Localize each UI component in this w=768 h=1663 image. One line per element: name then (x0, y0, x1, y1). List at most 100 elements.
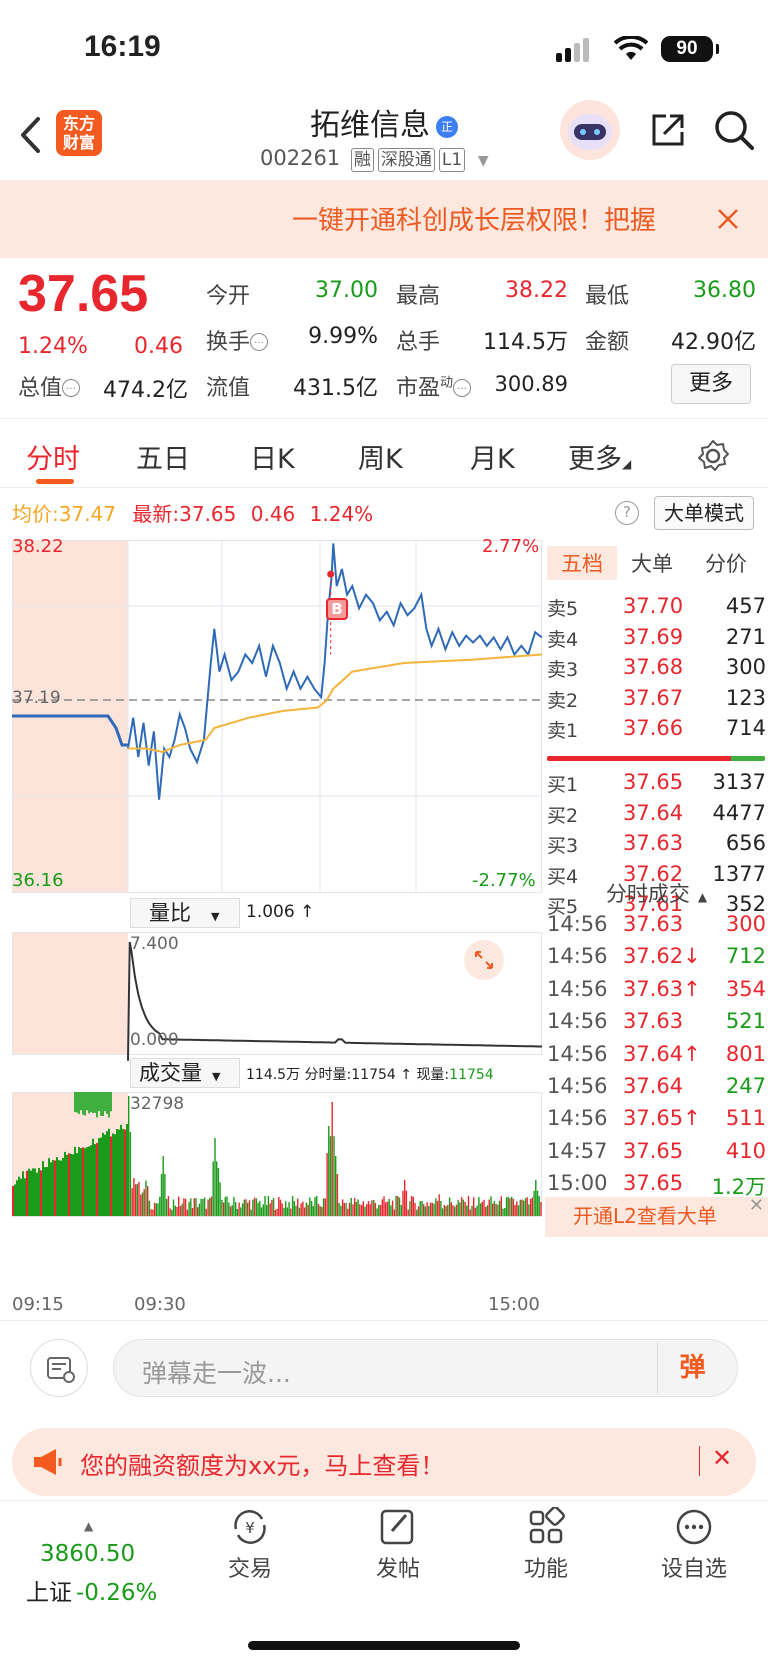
pe-label[interactable]: 市盈动… (396, 370, 472, 402)
close-icon[interactable]: ✕ (749, 1187, 764, 1225)
robot-assistant-icon[interactable] (560, 100, 620, 160)
help-icon[interactable]: ? (615, 501, 639, 525)
nav-watchlist[interactable]: 设自选 (634, 1507, 754, 1583)
chart-canvas[interactable] (12, 540, 542, 1318)
ask-row[interactable]: 卖1 37.66 714 (545, 714, 768, 746)
trade-row[interactable]: 14:56 37.64 247 (545, 1072, 768, 1104)
volume-bar (303, 1207, 306, 1216)
quote-panel: 37.65 1.24% 0.46 今开 37.00 最高 38.22 最低 36… (0, 258, 768, 418)
volume-bar (74, 1092, 76, 1112)
volume-bar (94, 1144, 96, 1216)
volume-bar (229, 1206, 232, 1216)
promo-banner[interactable]: 一键开通科创成长层权限！把握 (0, 180, 768, 258)
volume-bar (276, 1208, 278, 1216)
turnover-label[interactable]: 换手… (206, 324, 269, 356)
trade-row[interactable]: 14:56 37.64↑ 801 (545, 1040, 768, 1072)
volume-bar (373, 1199, 375, 1216)
tab-five-day[interactable]: 五日 (136, 437, 190, 476)
y-top-label: 38.22 (12, 536, 64, 557)
close-icon[interactable] (716, 207, 740, 231)
more-button[interactable]: 更多 (671, 364, 751, 404)
mcap-label[interactable]: 总值… (18, 370, 81, 402)
settings-icon[interactable] (696, 439, 730, 473)
tab-price-dist[interactable]: 分价 (705, 548, 747, 578)
volume-selector[interactable]: 成交量 ▼ (130, 1058, 240, 1088)
buy-marker[interactable]: B (326, 598, 348, 620)
stock-name: 拓维信息 (310, 108, 430, 143)
volume-bar (98, 1138, 100, 1216)
tab-monthly-k[interactable]: 月K (470, 437, 515, 476)
volume-bar (474, 1207, 477, 1216)
volume-bar (426, 1202, 428, 1216)
last-label: 最新: (132, 502, 180, 526)
bid-ask-ratio-bar (547, 756, 765, 761)
search-icon[interactable] (712, 108, 756, 152)
volume-bar (86, 1147, 88, 1216)
bid-row[interactable]: 买1 37.65 3137 (545, 768, 768, 800)
trade-row[interactable]: 14:56 37.63↑ 354 (545, 975, 768, 1007)
open-value: 37.00 (315, 278, 378, 303)
big-order-mode-button[interactable]: 大单模式 (654, 496, 754, 530)
volume-bar (226, 1196, 228, 1216)
volume-bar (148, 1200, 151, 1216)
volume-bar (197, 1207, 199, 1216)
volume-bar (504, 1208, 506, 1216)
ratio-selector[interactable]: 量比 ▼ (130, 898, 240, 928)
pct-value: 1.24% (309, 502, 374, 526)
share-icon[interactable] (648, 110, 688, 150)
tab-five-levels[interactable]: 五档 (547, 546, 617, 580)
volume-bar (404, 1180, 406, 1216)
ask-row[interactable]: 卖4 37.69 271 (545, 623, 768, 655)
l2-upgrade-banner[interactable]: 开通L2查看大单 ✕ (545, 1195, 768, 1237)
tab-daily-k[interactable]: 日K (250, 437, 295, 476)
info-icon: … (453, 379, 472, 397)
nav-functions[interactable]: 功能 (486, 1507, 606, 1583)
trade-row[interactable]: 14:56 37.62↓ 712 (545, 942, 768, 974)
ask-row[interactable]: 卖2 37.67 123 (545, 684, 768, 716)
volume-bar (143, 1189, 145, 1216)
bid-row[interactable]: 买2 37.64 4477 (545, 799, 768, 831)
nav-post[interactable]: 发帖 (338, 1507, 458, 1583)
volume-bar (24, 1178, 26, 1216)
volume-bar (331, 1102, 333, 1216)
volume-bar (34, 1168, 36, 1216)
volume-bar (26, 1170, 28, 1216)
expand-icon[interactable] (464, 940, 504, 980)
volume-bar (38, 1168, 40, 1216)
ask-row[interactable]: 卖5 37.70 457 (545, 592, 768, 624)
volume-bar (278, 1197, 280, 1216)
close-icon[interactable]: ✕ (712, 1444, 732, 1472)
nav-trade[interactable]: ¥ 交易 (190, 1507, 310, 1583)
bid-row[interactable]: 买3 37.63 656 (545, 829, 768, 861)
margin-promo[interactable]: 您的融资额度为xx元，马上查看！ ✕ (12, 1428, 756, 1496)
volume-bar (219, 1182, 221, 1216)
trade-row[interactable]: 14:56 37.63 300 (545, 910, 768, 942)
stock-subline[interactable]: 002261 融深股通 L1 ▼ (260, 146, 489, 172)
tab-intraday[interactable]: 分时 (26, 437, 80, 476)
danmaku-send-button[interactable]: 弹 (657, 1342, 727, 1394)
tab-weekly-k[interactable]: 周K (358, 437, 403, 476)
volume-bar (160, 1174, 163, 1216)
intraday-charts[interactable]: 38.22 37.19 36.16 2.77% -2.77% B 量比 ▼ 1.0… (12, 536, 542, 1318)
volume-bar (310, 1200, 313, 1216)
trade-row[interactable]: 14:57 37.65 410 (545, 1137, 768, 1169)
volume-bar (134, 1184, 137, 1216)
danmaku-input[interactable]: 弹幕走一波... 弹 (113, 1339, 738, 1397)
volume-bar (352, 1204, 354, 1216)
trade-row[interactable]: 14:56 37.63 521 (545, 1007, 768, 1039)
volume-bar (492, 1203, 494, 1216)
volume-bar (519, 1199, 521, 1216)
trades-title[interactable]: 分时成交 ▲ (545, 878, 768, 908)
tab-big-orders[interactable]: 大单 (631, 548, 673, 578)
volume-bar (224, 1197, 226, 1216)
trade-row[interactable]: 14:56 37.65↑ 511 (545, 1104, 768, 1136)
volume-bar (102, 1132, 104, 1216)
volume-bar (72, 1154, 74, 1216)
volume-bar (62, 1157, 64, 1216)
volume-bar (486, 1205, 489, 1216)
tab-more[interactable]: 更多◢ (568, 437, 631, 476)
volume-bar (405, 1190, 408, 1216)
danmaku-settings-icon[interactable] (30, 1339, 88, 1397)
ask-row[interactable]: 卖3 37.68 300 (545, 653, 768, 685)
volume-bar (98, 1092, 100, 1112)
